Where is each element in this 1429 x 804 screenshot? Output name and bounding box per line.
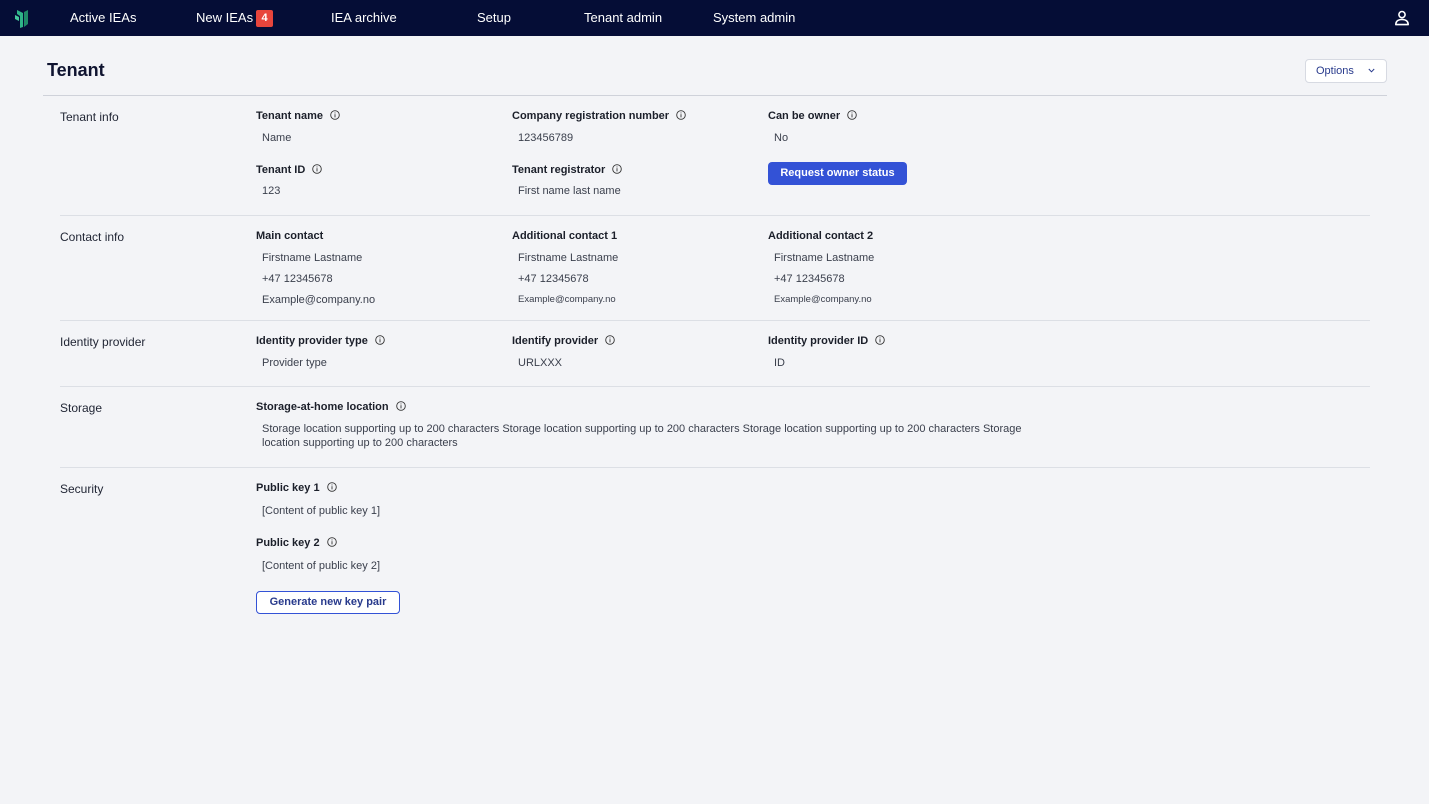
options-dropdown-button[interactable]: Options <box>1305 59 1387 83</box>
info-icon[interactable] <box>375 335 385 345</box>
request-owner-status-button[interactable]: Request owner status <box>768 162 907 185</box>
section-title-security: Security <box>60 482 104 496</box>
can-be-owner-value: No <box>774 132 789 144</box>
options-label: Options <box>1316 65 1354 77</box>
tenant-registrator-label: Tenant registrator <box>512 164 623 176</box>
user-icon[interactable] <box>1394 10 1410 26</box>
info-icon[interactable] <box>847 110 857 120</box>
tenant-name-value: Name <box>262 132 292 144</box>
company-registration-value: 123456789 <box>518 132 574 144</box>
top-navigation-bar: Active IEAs New IEAs 4 IEA archive Setup … <box>0 0 1429 36</box>
identity-provider-type-value: Provider type <box>262 357 327 369</box>
company-registration-label: Company registration number <box>512 110 686 122</box>
main-contact-name: Firstname Lastname <box>262 252 363 264</box>
public-key-1-value: [Content of public key 1] <box>262 505 381 517</box>
brand-logo-icon[interactable] <box>14 7 32 29</box>
identify-provider-value: URLXXX <box>518 357 563 369</box>
can-be-owner-label: Can be owner <box>768 110 857 122</box>
storage-location-value: Storage location supporting up to 200 ch… <box>262 423 1022 449</box>
additional-contact-1-email: Example@company.no <box>518 294 616 305</box>
additional-contact-1-label: Additional contact 1 <box>512 230 618 242</box>
section-divider <box>60 320 1370 321</box>
main-contact-phone: +47 12345678 <box>262 273 333 285</box>
additional-contact-2-label: Additional contact 2 <box>768 230 874 242</box>
section-divider <box>60 467 1370 468</box>
section-divider <box>60 386 1370 387</box>
info-icon[interactable] <box>395 401 406 411</box>
public-key-2-label: Public key 2 <box>256 537 337 549</box>
section-title-tenant-info: Tenant info <box>60 110 119 124</box>
info-icon[interactable] <box>676 110 686 120</box>
additional-contact-2-phone: +47 12345678 <box>774 273 845 285</box>
new-ieas-count-badge: 4 <box>256 10 274 27</box>
info-icon[interactable] <box>326 482 337 492</box>
nav-item-iea-archive[interactable]: IEA archive <box>331 0 397 36</box>
tenant-registrator-value: First name last name <box>518 185 621 197</box>
identity-provider-id-value: ID <box>774 357 785 369</box>
section-title-contact-info: Contact info <box>60 230 125 244</box>
info-icon[interactable] <box>612 164 623 174</box>
additional-contact-1-phone: +47 12345678 <box>518 273 589 285</box>
identify-provider-label: Identify provider <box>512 335 615 347</box>
nav-item-label: Tenant admin <box>584 10 663 25</box>
nav-item-label: Active IEAs <box>70 10 137 25</box>
nav-item-new-ieas[interactable]: New IEAs 4 <box>196 0 274 36</box>
info-icon[interactable] <box>875 335 886 345</box>
nav-item-system-admin[interactable]: System admin <box>713 0 795 36</box>
additional-contact-2-name: Firstname Lastname <box>774 252 875 264</box>
nav-item-tenant-admin[interactable]: Tenant admin <box>584 0 662 36</box>
public-key-2-value: [Content of public key 2] <box>262 560 381 572</box>
page-title: Tenant <box>47 60 105 80</box>
nav-item-setup[interactable]: Setup <box>477 0 511 36</box>
header-divider <box>43 95 1387 96</box>
info-icon[interactable] <box>605 335 615 345</box>
nav-item-active-ieas[interactable]: Active IEAs <box>70 0 136 36</box>
nav-item-label: System admin <box>713 10 796 25</box>
chevron-down-icon <box>1368 68 1375 73</box>
main-contact-label: Main contact <box>256 230 324 242</box>
section-divider <box>60 215 1370 216</box>
section-title-storage: Storage <box>60 401 103 415</box>
nav-item-label: New IEAs <box>196 10 254 25</box>
tenant-id-value: 123 <box>262 185 281 197</box>
additional-contact-2-email: Example@company.no <box>774 294 872 305</box>
section-title-identity-provider: Identity provider <box>60 335 146 349</box>
tenant-name-label: Tenant name <box>256 110 340 122</box>
info-icon[interactable] <box>330 110 340 120</box>
public-key-1-label: Public key 1 <box>256 482 337 494</box>
nav-item-label: IEA archive <box>331 10 397 25</box>
main-contact-email: Example@company.no <box>262 294 376 306</box>
nav-item-label: Setup <box>477 10 511 25</box>
info-icon[interactable] <box>326 537 337 547</box>
identity-provider-id-label: Identity provider ID <box>768 335 886 347</box>
generate-new-key-pair-button[interactable]: Generate new key pair <box>256 591 400 614</box>
additional-contact-1-name: Firstname Lastname <box>518 252 619 264</box>
identity-provider-type-label: Identity provider type <box>256 335 385 347</box>
storage-location-label: Storage-at-home location <box>256 401 406 413</box>
tenant-id-label: Tenant ID <box>256 164 323 176</box>
info-icon[interactable] <box>312 164 323 174</box>
